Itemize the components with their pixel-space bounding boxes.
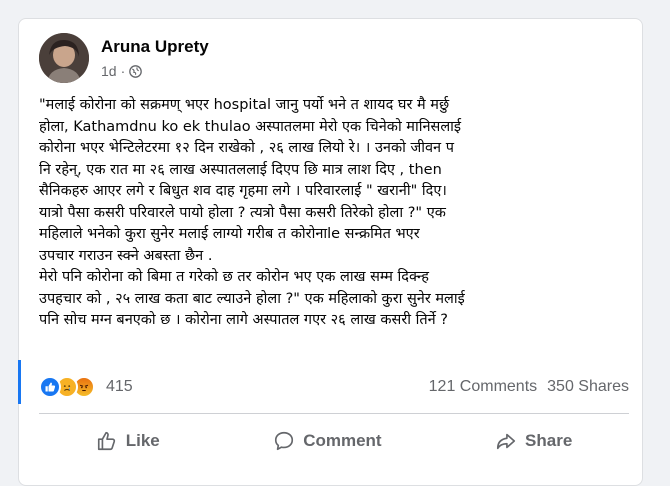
globe-icon bbox=[129, 64, 143, 78]
comment-icon bbox=[275, 431, 294, 451]
post-text-line: मेरो पनि कोरोना को बिमा त गरेको छ तर कोर… bbox=[39, 269, 429, 285]
post-text-line: "मलाई कोरोना को सक्रमण् भएर hospital जान… bbox=[39, 97, 450, 113]
focus-accent-bar bbox=[18, 360, 21, 404]
avatar-photo bbox=[39, 33, 89, 83]
share-label: Share bbox=[525, 431, 573, 450]
post-body: "मलाई कोरोना को सक्रमण् भएर hospital जान… bbox=[39, 95, 635, 332]
post-meta: 1d · bbox=[101, 63, 143, 79]
like-icon bbox=[39, 376, 61, 398]
avatar[interactable] bbox=[39, 33, 89, 83]
divider bbox=[39, 413, 629, 414]
post-text-line: महिलाले भनेको कुरा सुनेर मलाई लाग्यो गरी… bbox=[39, 226, 420, 242]
post-header: Aruna Uprety 1d · bbox=[39, 33, 629, 85]
post-text-line: उपहचार को , २५ लाख कता बाट ल्याउने होला … bbox=[39, 290, 465, 307]
like-button[interactable]: Like bbox=[80, 426, 176, 456]
post-text-line: उपचार गराउन स्क्ने अबस्ता छैन . bbox=[39, 247, 213, 264]
share-button[interactable]: Share bbox=[479, 426, 588, 456]
reaction-count: 415 bbox=[106, 378, 133, 395]
comment-label: Comment bbox=[303, 431, 382, 450]
reactions-summary[interactable]: 415 bbox=[39, 376, 133, 398]
comments-count[interactable]: 121 Comments bbox=[429, 378, 538, 396]
post-text-line: पनि सोच मग्न बनएको छ । कोरोना लागे अस्पा… bbox=[39, 312, 448, 328]
thumbs-up-icon bbox=[97, 431, 115, 451]
post-card: Aruna Uprety 1d · "मलाई कोरोना को सक्रमण… bbox=[18, 18, 643, 486]
post-actions: Like Comment Share bbox=[39, 423, 629, 459]
post-text-line: होला, Kathamdnu ko ek thulao अस्पातलमा म… bbox=[39, 118, 462, 135]
comment-button[interactable]: Comment bbox=[257, 426, 397, 456]
post-text-line: सैनिकहरु आएर लगे र बिधुत शव दाह गृहमा लग… bbox=[39, 183, 447, 199]
reactions-bar: 415 121 Comments 350 Shares bbox=[39, 373, 629, 401]
like-label: Like bbox=[125, 431, 160, 450]
post-text-line: कोरोना भएर भेन्टिलेटरमा १२ दिन राखेको , … bbox=[39, 140, 454, 156]
post-text-line: नि रहेन्, एक रात मा २६ लाख अस्पातललाई दि… bbox=[39, 161, 442, 178]
post-time[interactable]: 1d bbox=[101, 63, 117, 79]
shares-count[interactable]: 350 Shares bbox=[547, 378, 629, 396]
share-icon bbox=[496, 433, 516, 450]
post-text-line: यात्रो पैसा कसरी परिवारले पायो होला ? त्… bbox=[39, 204, 446, 221]
post-author[interactable]: Aruna Uprety bbox=[101, 37, 209, 57]
